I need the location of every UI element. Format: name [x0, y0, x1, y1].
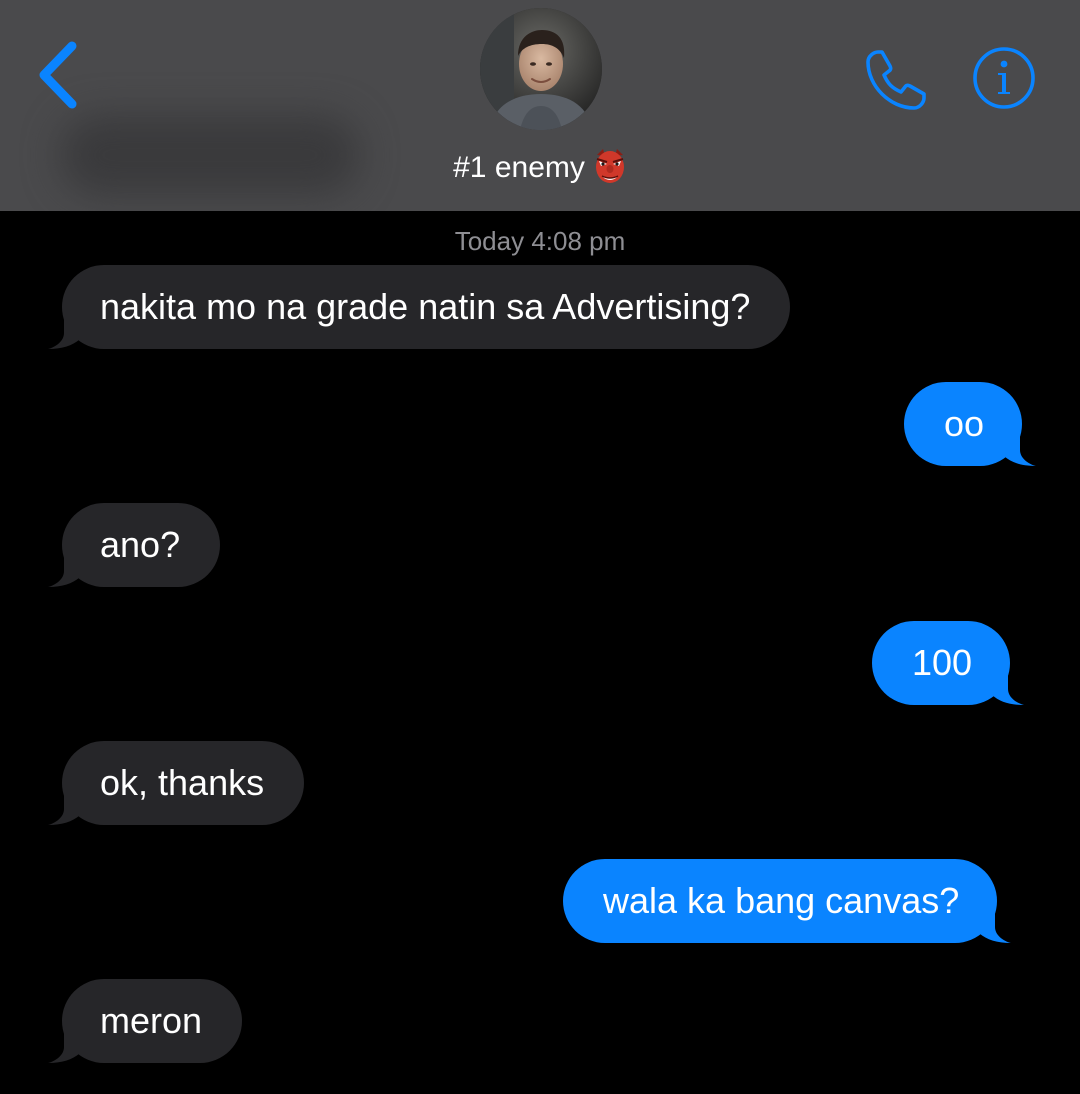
message-bubble-received[interactable]: meron	[48, 979, 243, 1063]
contact-name-button[interactable]: #1 enemy	[0, 146, 1080, 190]
phone-icon	[866, 50, 926, 110]
message-bubble-sent[interactable]: wala ka bang canvas?	[563, 859, 1012, 943]
message-bubble-received[interactable]: nakita mo na grade natin sa Advertising?	[48, 265, 791, 349]
bubble-tail	[979, 907, 1012, 943]
bubble-tail	[48, 1027, 80, 1063]
message-bubble-received[interactable]: ano?	[48, 503, 221, 587]
message-text: ok, thanks	[100, 762, 265, 803]
message-bubble-received[interactable]: ok, thanks	[48, 741, 305, 825]
conversation-header: #1 enemy	[0, 0, 1080, 211]
call-button[interactable]	[860, 44, 932, 116]
message-text: meron	[100, 1000, 203, 1041]
bubble-tail	[48, 789, 80, 825]
bubble-tail	[992, 669, 1025, 705]
message-text: oo	[944, 403, 985, 444]
message-bubble-sent[interactable]: 100	[872, 621, 1025, 705]
bubble-tail	[1004, 430, 1037, 466]
back-button[interactable]	[28, 38, 92, 114]
bubble-tail	[48, 551, 80, 587]
message-timestamp: Today 4:08 pm	[454, 226, 626, 256]
message-text: nakita mo na grade natin sa Advertising?	[100, 286, 751, 327]
message-text: wala ka bang canvas?	[603, 880, 960, 921]
message-text: 100	[912, 642, 973, 683]
bubble-tail	[48, 313, 80, 349]
goblin-mask-emoji-icon	[593, 147, 627, 185]
info-button[interactable]	[968, 46, 1040, 118]
contact-avatar[interactable]	[480, 8, 602, 130]
info-icon	[973, 47, 1035, 109]
avatar-photo	[480, 8, 602, 130]
chevron-left-icon	[39, 41, 77, 109]
contact-name: #1 enemy	[453, 151, 585, 184]
message-bubble-sent[interactable]: oo	[904, 382, 1037, 466]
message-text: ano?	[100, 524, 181, 565]
